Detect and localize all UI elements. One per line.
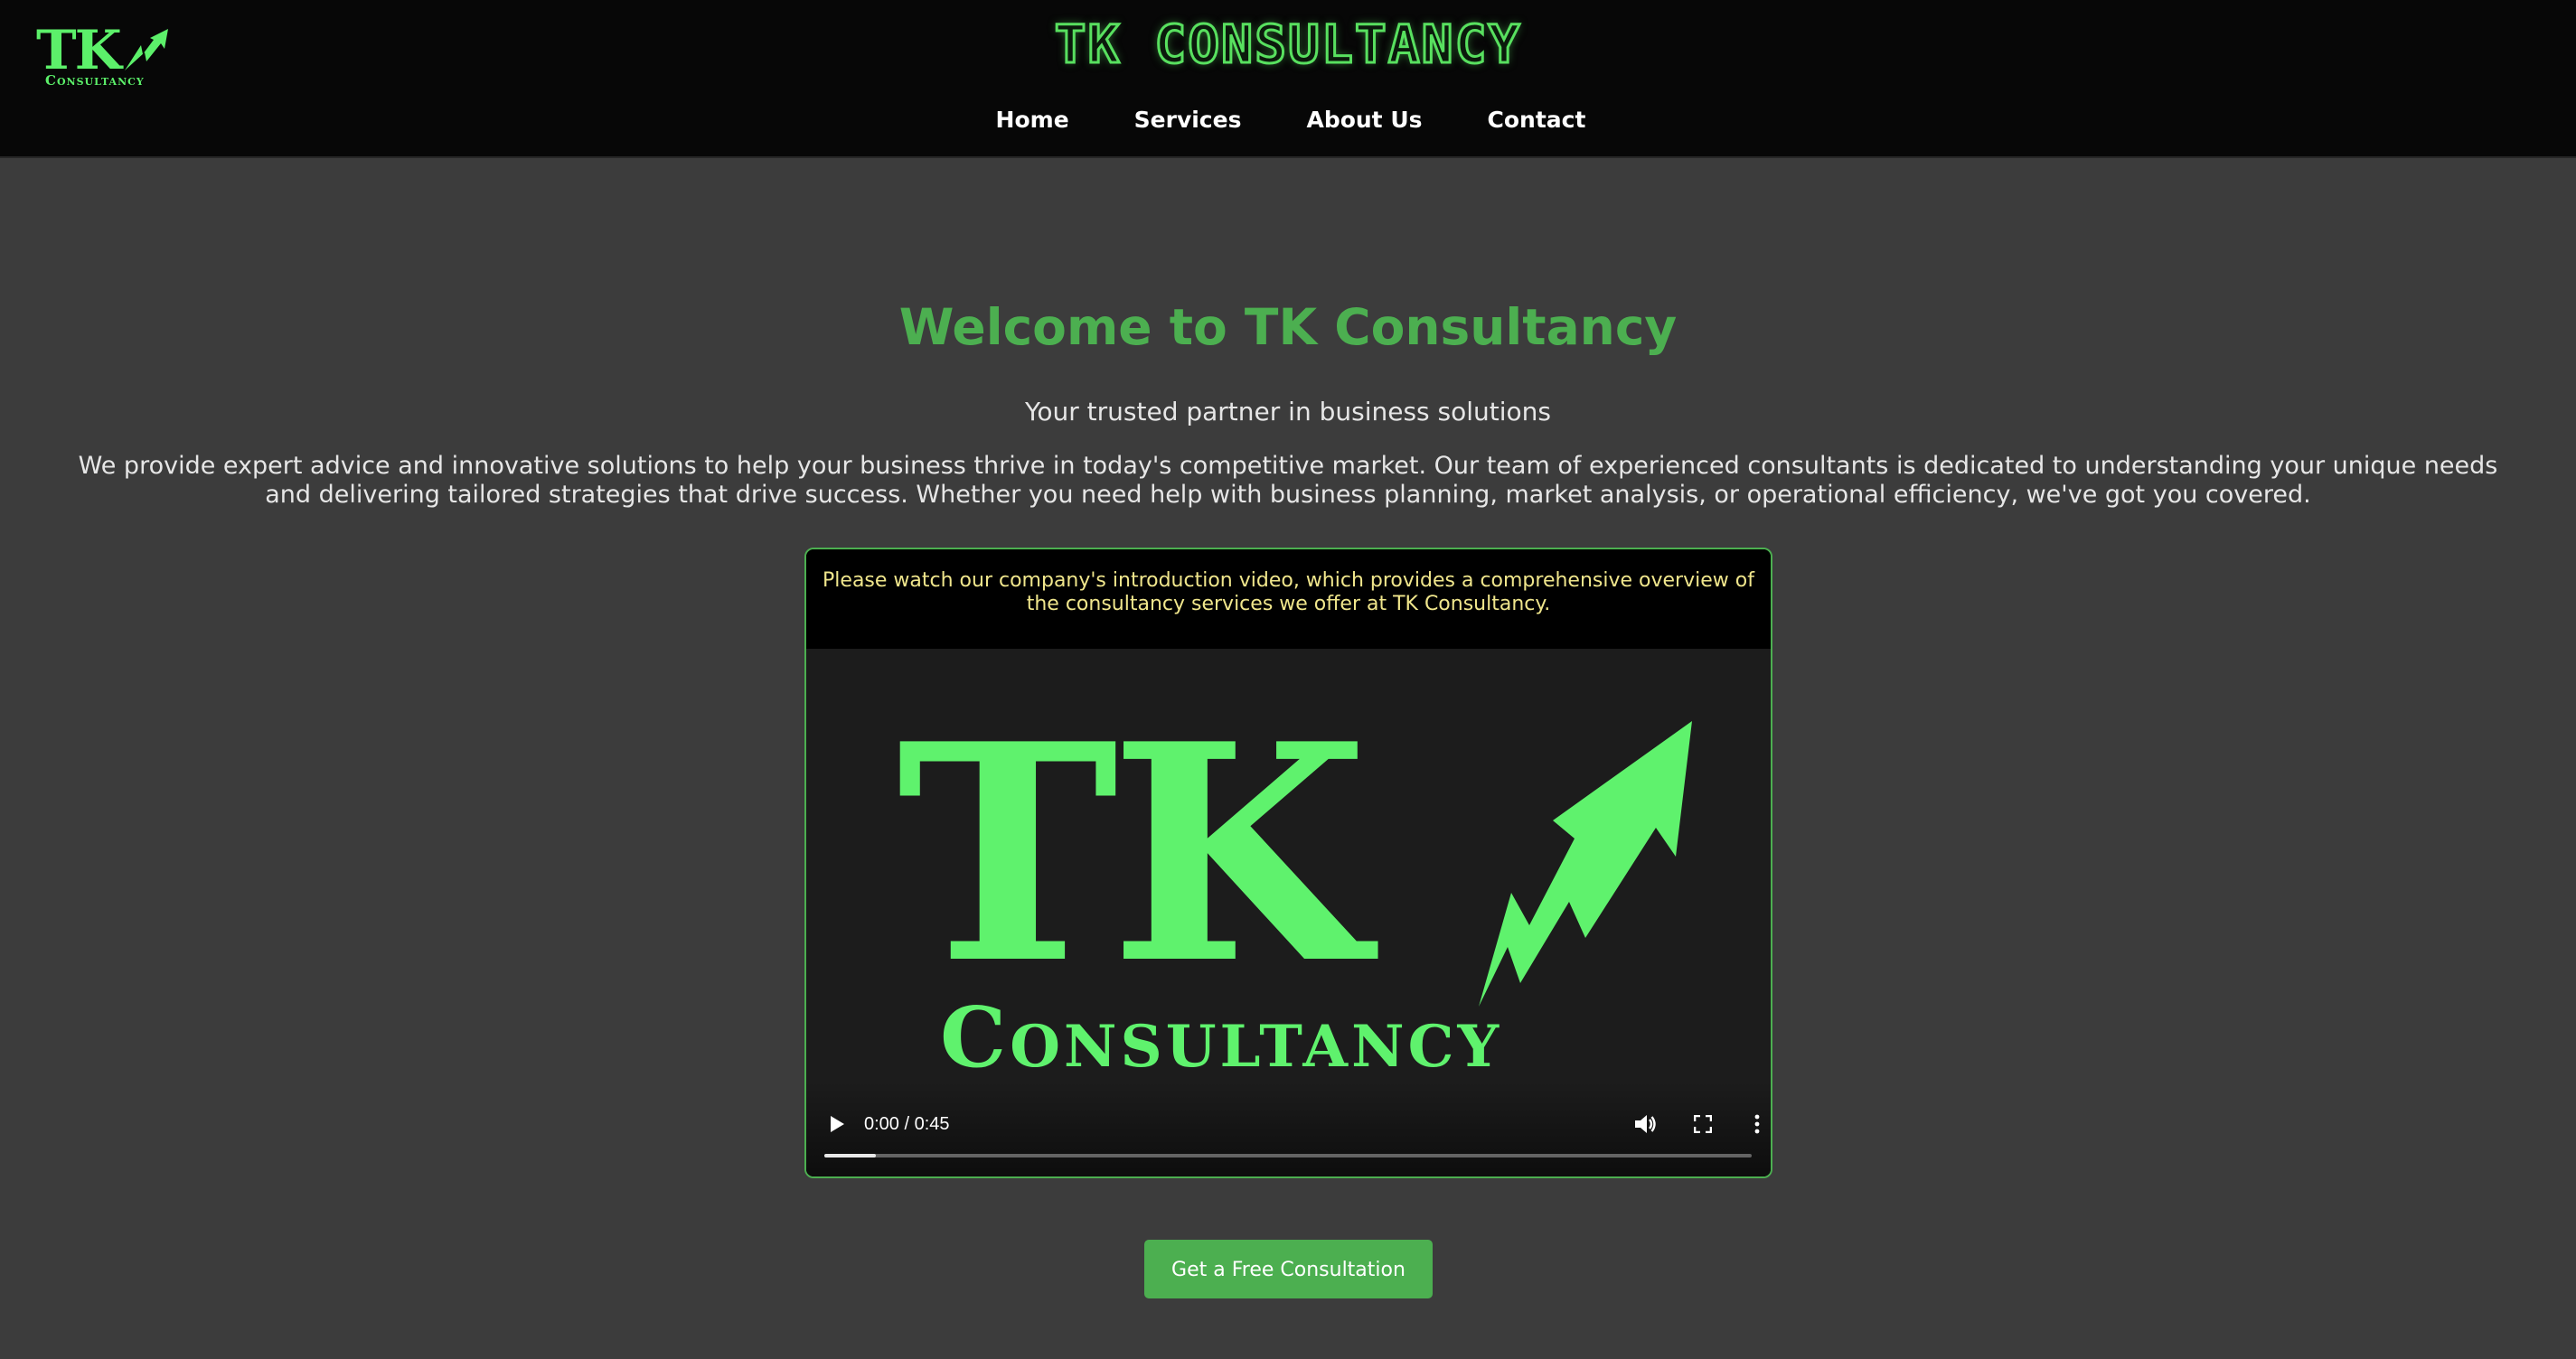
play-icon <box>831 1116 844 1132</box>
main-nav: Home Services About Us Contact <box>0 98 2576 143</box>
fullscreen-icon <box>1694 1115 1712 1133</box>
more-options-icon <box>1754 1114 1760 1134</box>
video-player[interactable]: TK Consultancy 0:00 / 0:45 <box>806 649 1771 1176</box>
nav-link-home[interactable]: Home <box>996 98 1069 143</box>
video-controls: 0:00 / 0:45 <box>806 1081 1771 1176</box>
time-display: 0:00 / 0:45 <box>864 1114 950 1134</box>
site-header: TK Consultancy TK CONSULTANCY Home Servi… <box>0 0 2576 158</box>
volume-icon <box>1635 1115 1656 1133</box>
video-progress-buffered <box>824 1154 877 1157</box>
volume-button[interactable] <box>1627 1106 1663 1142</box>
hero-description: We provide expert advice and innovative … <box>78 452 2498 509</box>
nav-link-contact[interactable]: Contact <box>1488 98 1586 143</box>
hero-title: Welcome to TK Consultancy <box>898 298 1678 356</box>
hero-tagline: Your trusted partner in business solutio… <box>1024 397 1551 426</box>
play-button[interactable] <box>819 1106 855 1142</box>
fullscreen-button[interactable] <box>1685 1106 1721 1142</box>
nav-link-services[interactable]: Services <box>1134 98 1242 143</box>
intro-video-card: Please watch our company's introduction … <box>804 548 1772 1178</box>
video-poster-subtitle: Consultancy <box>940 989 1503 1086</box>
video-progress-bar[interactable] <box>824 1154 1752 1157</box>
video-poster-mark: TK <box>897 679 1368 1029</box>
growth-arrow-icon <box>1479 721 1692 1007</box>
free-consultation-button[interactable]: Get a Free Consultation <box>1144 1240 1433 1298</box>
video-caption: Please watch our company's introduction … <box>806 549 1771 649</box>
more-options-button[interactable] <box>1739 1106 1771 1142</box>
nav-link-about-us[interactable]: About Us <box>1306 98 1422 143</box>
video-poster-logo: TK Consultancy <box>897 705 1692 1086</box>
brand-title: TK CONSULTANCY <box>1053 13 1522 77</box>
